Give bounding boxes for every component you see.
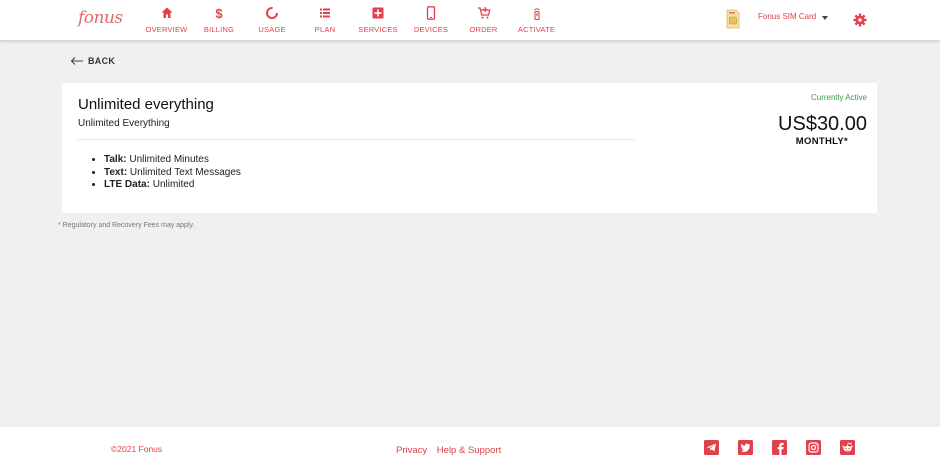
nav-activate-label: ACTIVATE bbox=[517, 25, 556, 34]
nav-devices[interactable]: DEVICES bbox=[405, 0, 457, 41]
feature-label: LTE Data: bbox=[104, 179, 150, 190]
back-link[interactable]: BACK bbox=[70, 56, 115, 66]
nav-plan[interactable]: PLAN bbox=[299, 0, 351, 41]
nav-usage-label: USAGE bbox=[258, 25, 286, 34]
privacy-link[interactable]: Privacy bbox=[396, 445, 427, 456]
svg-text:$: $ bbox=[215, 6, 223, 20]
feature-value: Unlimited bbox=[149, 179, 195, 190]
twitter-icon[interactable] bbox=[738, 440, 753, 455]
home-icon bbox=[161, 7, 172, 18]
donut-chart-icon bbox=[266, 7, 278, 19]
plus-box-icon bbox=[372, 7, 384, 19]
plan-price: US$30.00 bbox=[778, 113, 867, 135]
phone-icon bbox=[426, 6, 436, 20]
list-icon bbox=[320, 8, 330, 18]
feature-item: Text: Unlimited Text Messages bbox=[104, 167, 241, 180]
nav-billing-label: BILLING bbox=[203, 25, 235, 34]
divider bbox=[78, 139, 635, 140]
nav-services[interactable]: SERVICES bbox=[351, 0, 405, 41]
feature-item: Talk: Unlimited Minutes bbox=[104, 154, 241, 167]
nav-billing[interactable]: $ BILLING bbox=[193, 0, 245, 41]
telegram-icon[interactable] bbox=[704, 440, 719, 455]
reddit-icon[interactable] bbox=[840, 440, 855, 455]
plan-features: Talk: Unlimited Minutes Text: Unlimited … bbox=[90, 154, 241, 192]
top-header: fonus OVERVIEW $ BILLING USAGE PLAN SERV… bbox=[0, 0, 940, 41]
chevron-down-icon bbox=[822, 16, 829, 20]
plan-card: Unlimited everything Unlimited Everythin… bbox=[62, 83, 877, 213]
feature-value: Unlimited Text Messages bbox=[127, 166, 241, 178]
nav-overview-label: OVERVIEW bbox=[145, 25, 188, 34]
sim-selector[interactable]: Fonus SIM Card bbox=[726, 9, 829, 29]
feature-label: Text: bbox=[104, 166, 128, 178]
nav-devices-label: DEVICES bbox=[413, 25, 449, 34]
facebook-icon[interactable] bbox=[772, 440, 787, 455]
gear-icon[interactable] bbox=[853, 13, 867, 27]
plan-name: Unlimited everything bbox=[78, 96, 214, 113]
nav-plan-label: PLAN bbox=[314, 25, 336, 34]
fonus-logo[interactable]: fonus bbox=[78, 8, 123, 28]
nav-activate[interactable]: ACTIVATE bbox=[510, 0, 563, 41]
fees-note: * Regulatory and Recovery Fees may apply… bbox=[58, 222, 195, 229]
billing-period: MONTHLY* bbox=[795, 136, 848, 147]
back-label: BACK bbox=[88, 56, 116, 66]
nav-order-label: ORDER bbox=[469, 25, 498, 34]
dollar-icon: $ bbox=[215, 6, 223, 20]
sim-card-label: Fonus SIM Card bbox=[758, 12, 817, 21]
nav-overview[interactable]: OVERVIEW bbox=[140, 0, 193, 41]
cart-icon bbox=[477, 7, 491, 19]
nav-services-label: SERVICES bbox=[358, 25, 398, 34]
instagram-icon[interactable] bbox=[806, 440, 821, 455]
nav-usage[interactable]: USAGE bbox=[245, 0, 299, 41]
social-links bbox=[704, 440, 874, 455]
plan-subtitle: Unlimited Everything bbox=[78, 118, 170, 129]
main-nav: OVERVIEW $ BILLING USAGE PLAN SERVICES D… bbox=[140, 0, 563, 41]
nav-order[interactable]: ORDER bbox=[457, 0, 510, 41]
status-badge: Currently Active bbox=[810, 93, 867, 102]
arrow-left-icon bbox=[70, 57, 83, 65]
feature-item: LTE Data: Unlimited bbox=[104, 179, 241, 192]
help-support-link[interactable]: Help & Support bbox=[437, 445, 501, 456]
copyright: ©2021 Fonus bbox=[111, 444, 163, 454]
signal-icon bbox=[533, 8, 540, 20]
sim-card-icon bbox=[726, 9, 740, 29]
feature-label: Talk: bbox=[104, 154, 127, 165]
footer: ©2021 Fonus Privacy Help & Support bbox=[0, 427, 940, 465]
footer-links: Privacy Help & Support bbox=[396, 445, 508, 456]
feature-value: Unlimited Minutes bbox=[126, 154, 209, 165]
